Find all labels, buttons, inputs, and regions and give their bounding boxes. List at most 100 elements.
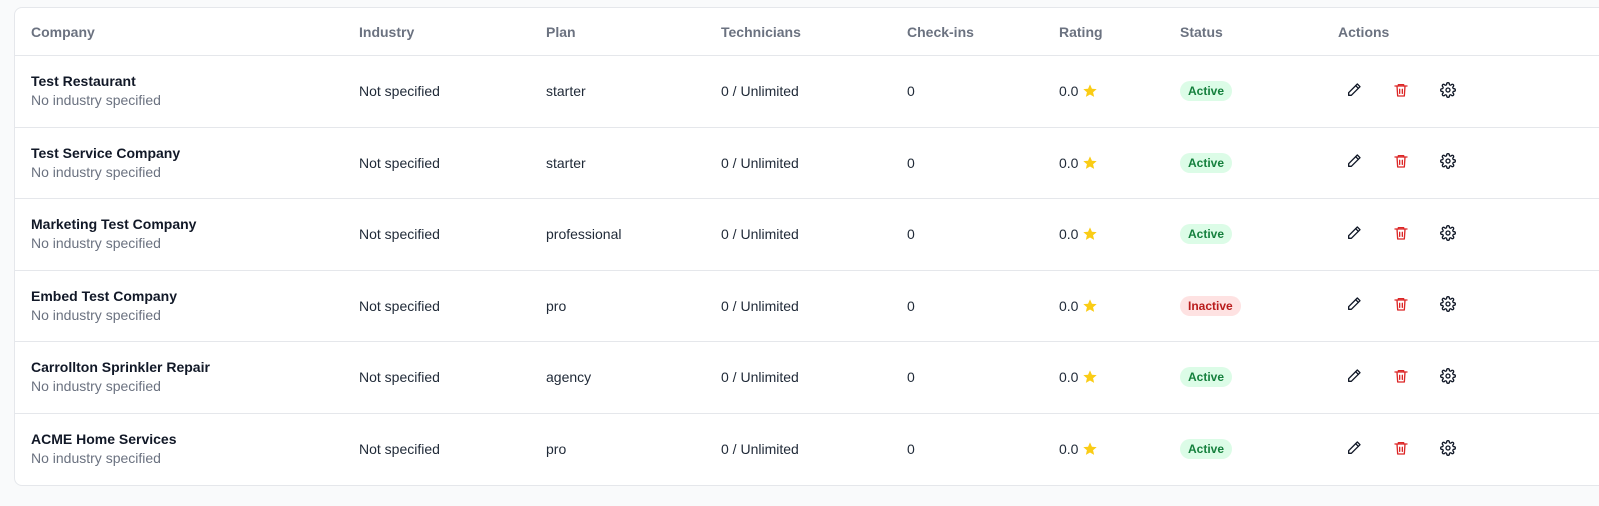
actions-cell — [1338, 128, 1538, 199]
header-industry: Industry — [359, 23, 415, 40]
rating-cell: 0.0 — [1059, 199, 1169, 270]
edit-button[interactable] — [1338, 433, 1370, 465]
delete-button[interactable] — [1385, 218, 1417, 250]
rating-value: 0.0 — [1059, 226, 1079, 243]
company-industry-note: No industry specified — [31, 92, 161, 109]
company-industry-note: No industry specified — [31, 306, 161, 323]
trash-icon — [1393, 153, 1409, 172]
star-icon — [1082, 226, 1098, 242]
delete-button[interactable] — [1385, 75, 1417, 107]
status-cell: Inactive — [1180, 271, 1330, 342]
company-industry-note: No industry specified — [31, 378, 161, 395]
settings-button[interactable] — [1432, 361, 1464, 393]
company-cell: Carrollton Sprinkler Repair No industry … — [31, 342, 351, 413]
status-badge: Inactive — [1180, 295, 1241, 316]
table-header-row: Company Industry Plan Technicians Check-… — [15, 8, 1599, 56]
table-row: Embed Test Company No industry specified… — [15, 271, 1599, 342]
header-company: Company — [31, 23, 95, 40]
header-rating: Rating — [1059, 23, 1103, 40]
star-icon — [1082, 155, 1098, 171]
industry-cell: Not specified — [359, 83, 440, 100]
plan-cell: pro — [546, 297, 567, 314]
settings-button[interactable] — [1432, 290, 1464, 322]
status-badge: Active — [1180, 439, 1233, 460]
checkins-cell: 0 — [907, 441, 915, 458]
rating-cell: 0.0 — [1059, 128, 1169, 199]
status-badge: Active — [1180, 367, 1233, 388]
company-cell: Test Restaurant No industry specified — [31, 56, 351, 127]
rating-cell: 0.0 — [1059, 414, 1169, 486]
status-cell: Active — [1180, 56, 1330, 127]
header-technicians: Technicians — [721, 23, 801, 40]
rating-cell: 0.0 — [1059, 271, 1169, 342]
companies-table: Company Industry Plan Technicians Check-… — [14, 7, 1599, 486]
status-cell: Active — [1180, 128, 1330, 199]
delete-button[interactable] — [1385, 147, 1417, 179]
pencil-icon — [1346, 153, 1362, 172]
pencil-icon — [1346, 225, 1362, 244]
industry-cell: Not specified — [359, 369, 440, 386]
edit-button[interactable] — [1338, 361, 1370, 393]
settings-button[interactable] — [1432, 75, 1464, 107]
company-name: Embed Test Company — [31, 287, 177, 304]
technicians-cell: 0 / Unlimited — [721, 83, 799, 100]
delete-button[interactable] — [1385, 433, 1417, 465]
technicians-cell: 0 / Unlimited — [721, 369, 799, 386]
edit-button[interactable] — [1338, 218, 1370, 250]
company-industry-note: No industry specified — [31, 450, 161, 467]
company-name: Marketing Test Company — [31, 216, 197, 233]
table-row: Test Restaurant No industry specified No… — [15, 56, 1599, 128]
rating-value: 0.0 — [1059, 297, 1079, 314]
pencil-icon — [1346, 368, 1362, 387]
industry-cell: Not specified — [359, 154, 440, 171]
company-name: Test Service Company — [31, 144, 181, 161]
technicians-cell: 0 / Unlimited — [721, 226, 799, 243]
delete-button[interactable] — [1385, 290, 1417, 322]
edit-button[interactable] — [1338, 75, 1370, 107]
plan-cell: professional — [546, 226, 622, 243]
settings-button[interactable] — [1432, 147, 1464, 179]
actions-cell — [1338, 342, 1538, 413]
header-plan: Plan — [546, 23, 576, 40]
star-icon — [1082, 298, 1098, 314]
checkins-cell: 0 — [907, 154, 915, 171]
company-cell: Embed Test Company No industry specified — [31, 271, 351, 342]
table-row: ACME Home Services No industry specified… — [15, 414, 1599, 486]
actions-cell — [1338, 414, 1538, 486]
status-cell: Active — [1180, 414, 1330, 486]
edit-button[interactable] — [1338, 290, 1370, 322]
status-badge: Active — [1180, 152, 1233, 173]
actions-cell — [1338, 271, 1538, 342]
star-icon — [1082, 83, 1098, 99]
company-cell: Marketing Test Company No industry speci… — [31, 199, 351, 270]
rating-value: 0.0 — [1059, 83, 1079, 100]
technicians-cell: 0 / Unlimited — [721, 154, 799, 171]
plan-cell: starter — [546, 154, 586, 171]
technicians-cell: 0 / Unlimited — [721, 441, 799, 458]
company-name: Test Restaurant — [31, 73, 136, 90]
plan-cell: starter — [546, 83, 586, 100]
trash-icon — [1393, 440, 1409, 459]
gear-icon — [1440, 367, 1456, 387]
rating-cell: 0.0 — [1059, 342, 1169, 413]
edit-button[interactable] — [1338, 147, 1370, 179]
company-industry-note: No industry specified — [31, 163, 161, 180]
industry-cell: Not specified — [359, 441, 440, 458]
delete-button[interactable] — [1385, 361, 1417, 393]
trash-icon — [1393, 225, 1409, 244]
company-cell: Test Service Company No industry specifi… — [31, 128, 351, 199]
plan-cell: pro — [546, 441, 567, 458]
checkins-cell: 0 — [907, 369, 915, 386]
header-actions: Actions — [1338, 23, 1390, 40]
rating-value: 0.0 — [1059, 369, 1079, 386]
gear-icon — [1440, 439, 1456, 459]
actions-cell — [1338, 56, 1538, 127]
settings-button[interactable] — [1432, 433, 1464, 465]
star-icon — [1082, 369, 1098, 385]
plan-cell: agency — [546, 369, 592, 386]
company-cell: ACME Home Services No industry specified — [31, 414, 351, 486]
company-name: Carrollton Sprinkler Repair — [31, 359, 210, 376]
checkins-cell: 0 — [907, 226, 915, 243]
rating-cell: 0.0 — [1059, 56, 1169, 127]
settings-button[interactable] — [1432, 218, 1464, 250]
